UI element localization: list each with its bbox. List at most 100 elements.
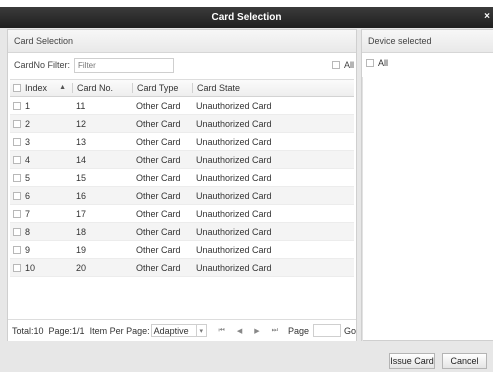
items-per-page-value: Adaptive [153,325,189,336]
row-card-type: Other Card [136,244,181,255]
select-all-devices-label: All [378,58,389,68]
table-row[interactable]: 5 15 Other Card Unauthorized Card [10,169,354,187]
row-card-state: Unauthorized Card [196,136,272,147]
row-card-no: 15 [76,172,87,183]
page-label: Page [287,325,309,336]
select-all-cards[interactable]: All [331,60,354,70]
row-card-type: Other Card [136,136,181,147]
row-card-no: 18 [76,226,87,237]
table-header: Index ▲ Card No. Card Type Card State [10,79,354,97]
row-checkbox[interactable] [13,137,21,146]
cardno-filter-label: CardNo Filter: [14,60,71,70]
go-button[interactable]: Go [344,326,356,336]
row-card-type: Other Card [136,154,181,165]
title-bar: Card Selection × [0,7,493,28]
card-selection-header: Card Selection [8,30,356,53]
row-card-no: 20 [76,262,87,273]
row-card-type: Other Card [136,208,181,219]
card-selection-panel: Card Selection CardNo Filter: All Index … [7,29,357,341]
row-index: 3 [25,136,31,147]
row-card-state: Unauthorized Card [196,226,272,237]
row-index: 4 [25,154,31,165]
row-card-type: Other Card [136,118,181,129]
table-row[interactable]: 8 18 Other Card Unauthorized Card [10,223,354,241]
column-label-index: Index [25,83,48,93]
device-selected-header: Device selected [362,30,493,53]
previous-page-icon[interactable]: ◀ [237,327,242,335]
row-card-type: Other Card [136,190,181,201]
table-row[interactable]: 1 11 Other Card Unauthorized Card [10,97,354,115]
select-all-devices[interactable]: All [366,58,388,68]
column-header-card-no[interactable]: Card No. [72,83,132,93]
row-index: 5 [25,172,31,183]
row-checkbox[interactable] [13,173,21,182]
row-checkbox[interactable] [13,245,21,254]
table-row[interactable]: 10 20 Other Card Unauthorized Card [10,259,354,277]
row-card-state: Unauthorized Card [196,172,272,183]
row-index: 6 [25,190,31,201]
items-per-page-select[interactable]: Adaptive [150,324,197,337]
cardno-filter-input[interactable] [74,57,175,73]
select-all-devices-checkbox[interactable] [366,59,374,67]
close-icon[interactable]: × [484,11,490,23]
column-header-index[interactable]: Index ▲ [10,83,72,93]
row-checkbox[interactable] [13,227,21,236]
table-row[interactable]: 6 16 Other Card Unauthorized Card [10,187,354,205]
dialog-button-bar: Issue Card Cancel [0,341,493,372]
divider [362,77,363,341]
row-checkbox[interactable] [13,191,21,200]
page-number-input[interactable] [312,324,341,337]
row-card-state: Unauthorized Card [196,118,272,129]
row-checkbox[interactable] [13,155,21,164]
row-card-type: Other Card [136,262,181,273]
items-per-page-label: Item Per Page: [89,325,150,336]
table-row[interactable]: 4 14 Other Card Unauthorized Card [10,151,354,169]
row-card-type: Other Card [136,100,181,111]
sort-ascending-icon: ▲ [59,84,66,91]
row-index: 9 [25,244,31,255]
row-card-state: Unauthorized Card [196,208,272,219]
window-title: Card Selection [211,12,282,23]
column-header-card-state[interactable]: Card State [192,83,352,93]
pagination-bar: Total:10 Page:1/1 Item Per Page: Adaptiv… [8,319,356,341]
first-page-icon[interactable]: ⏮ [219,327,225,335]
row-checkbox[interactable] [13,263,21,272]
row-card-no: 19 [76,244,87,255]
row-card-no: 14 [76,154,87,165]
total-count: Total:10 [12,325,44,336]
next-page-icon[interactable]: ▶ [254,327,259,335]
table-row[interactable]: 9 19 Other Card Unauthorized Card [10,241,354,259]
table-row[interactable]: 2 12 Other Card Unauthorized Card [10,115,354,133]
cancel-button[interactable]: Cancel [442,353,487,369]
select-all-checkbox[interactable] [331,61,340,69]
last-page-icon[interactable]: ⏭ [272,327,278,335]
row-card-no: 13 [76,136,87,147]
header-checkbox[interactable] [13,84,21,92]
row-card-state: Unauthorized Card [196,100,272,111]
row-index: 2 [25,118,31,129]
row-index: 7 [25,208,31,219]
device-selected-panel: Device selected All [361,29,493,341]
page-status: Page:1/1 [48,325,85,336]
row-checkbox[interactable] [13,101,21,110]
filter-row: CardNo Filter: All [8,54,356,76]
dialog-body: Card Selection CardNo Filter: All Index … [0,28,493,372]
row-index: 1 [25,100,31,111]
row-card-no: 16 [76,190,87,201]
row-card-state: Unauthorized Card [196,190,272,201]
row-card-state: Unauthorized Card [196,262,272,273]
table-body: 1 11 Other Card Unauthorized Card 2 12 O… [10,97,354,277]
table-row[interactable]: 7 17 Other Card Unauthorized Card [10,205,354,223]
row-card-no: 11 [76,100,86,111]
row-card-no: 17 [76,208,87,219]
chevron-down-icon[interactable]: ▾ [196,324,207,337]
issue-card-button[interactable]: Issue Card [389,353,435,369]
row-card-type: Other Card [136,226,181,237]
row-checkbox[interactable] [13,209,21,218]
table-row[interactable]: 3 13 Other Card Unauthorized Card [10,133,354,151]
column-header-card-type[interactable]: Card Type [132,83,192,93]
row-index: 10 [25,262,36,273]
select-all-label: All [343,60,354,70]
row-index: 8 [25,226,31,237]
row-checkbox[interactable] [13,119,21,128]
